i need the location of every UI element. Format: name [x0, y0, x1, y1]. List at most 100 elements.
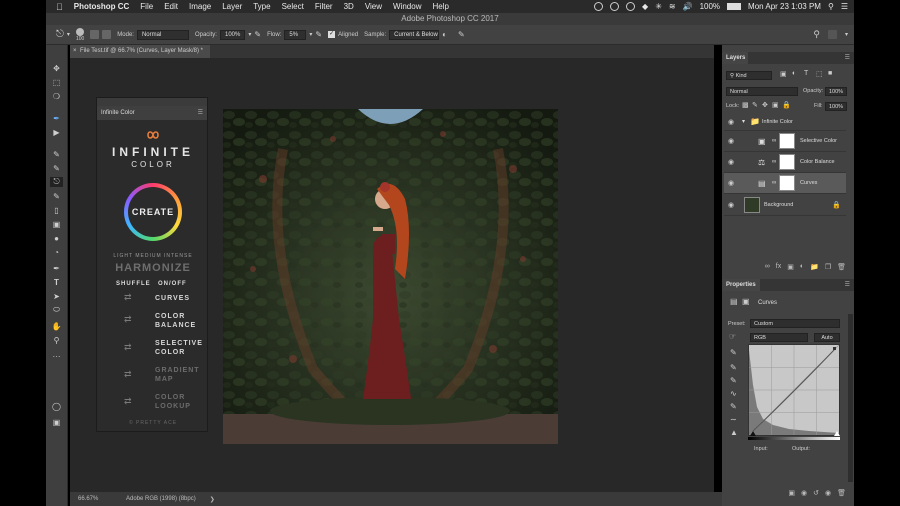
tool-preset-picker[interactable]: ⎋ ▾	[56, 29, 70, 40]
mask-properties-icon[interactable]: ▣	[742, 297, 750, 306]
filter-pixel-icon[interactable]: ▣	[780, 70, 787, 78]
brush-picker[interactable]: 100	[76, 27, 84, 42]
menu-edit[interactable]: Edit	[164, 2, 178, 11]
quick-mask-icon[interactable]: ◯	[50, 401, 63, 411]
visibility-eye-icon[interactable]: ◉	[728, 179, 734, 187]
layer-row-curves[interactable]: ◉ ▤ ∞ Curves	[724, 173, 846, 194]
auto-button[interactable]: Auto	[814, 333, 840, 342]
fx-icon[interactable]: fx	[776, 263, 781, 275]
blur-tool-icon[interactable]: ●	[50, 233, 63, 243]
lock-position-icon[interactable]: ✥	[762, 101, 768, 109]
eyedropper-tool-icon[interactable]: ✎	[50, 149, 63, 159]
white-point-slider[interactable]	[834, 431, 840, 436]
path-select-tool-icon[interactable]: ➤	[50, 291, 63, 301]
layer-filter-select[interactable]: ⚲ Kind	[726, 71, 772, 80]
type-tool-icon[interactable]: T	[50, 277, 63, 287]
chain-link-icon[interactable]: ∞	[772, 180, 776, 186]
blend-mode-select[interactable]: Normal	[726, 87, 798, 96]
menu-image[interactable]: Image	[189, 2, 211, 11]
menu-3d[interactable]: 3D	[344, 2, 354, 11]
opacity-dropdown-icon[interactable]: ▾	[248, 31, 251, 38]
properties-tab[interactable]: Properties	[722, 279, 760, 291]
bluetooth-icon[interactable]: ✳	[655, 2, 662, 11]
menu-type[interactable]: Type	[253, 2, 270, 11]
panel-menu-icon[interactable]: ☰	[198, 106, 203, 120]
shuffle-color-balance-icon[interactable]: ⇄	[124, 314, 132, 325]
document-close-icon[interactable]: ×	[73, 45, 77, 58]
black-point-slider[interactable]	[750, 431, 756, 436]
shape-tool-icon[interactable]: ⬭	[50, 305, 63, 315]
shuffle-color-lookup-icon[interactable]: ⇄	[124, 396, 132, 407]
delete-layer-icon[interactable]: 🗑	[837, 263, 846, 275]
visibility-eye-icon[interactable]: ◉	[728, 158, 734, 166]
filter-smart-icon[interactable]: ■	[828, 70, 832, 77]
lock-icon[interactable]: 🔒	[832, 201, 841, 209]
menu-help[interactable]: Help	[432, 2, 448, 11]
menu-select[interactable]: Select	[282, 2, 304, 11]
layer-row-selective-color[interactable]: ◉ ▣ ∞ Selective Color	[724, 131, 846, 152]
document-image[interactable]	[223, 109, 558, 444]
view-previous-icon[interactable]: ◉	[801, 489, 807, 501]
flow-field[interactable]: 5%	[284, 29, 307, 40]
new-group-icon[interactable]: 📁	[810, 263, 819, 275]
properties-menu-icon[interactable]: ☰	[845, 279, 850, 291]
spotlight-icon[interactable]: ⚲	[828, 2, 834, 11]
mode-select[interactable]: Normal	[136, 29, 189, 40]
smooth-icon[interactable]: ∼	[730, 415, 737, 424]
status-menu-icon[interactable]: ❯	[210, 496, 215, 503]
crop-tool-icon[interactable]: ▶	[50, 127, 63, 137]
link-layers-icon[interactable]: ∞	[765, 263, 770, 275]
infinite-color-tab[interactable]: Infinite Color ☰	[97, 106, 207, 120]
expand-chevron-icon[interactable]: ▾	[742, 118, 745, 125]
delete-adjustment-icon[interactable]: 🗑	[837, 489, 846, 501]
eraser-tool-icon[interactable]: ▯	[50, 205, 63, 215]
dodge-tool-icon[interactable]: ◔	[50, 247, 63, 257]
layer-mask-thumbnail[interactable]	[779, 154, 795, 170]
reset-icon[interactable]: ↺	[813, 489, 819, 501]
infinite-color-panel-grip[interactable]	[97, 98, 207, 106]
menu-app[interactable]: Photoshop CC	[74, 2, 130, 11]
pressure-opacity-icon[interactable]: ✎	[254, 30, 261, 39]
layer-fill-field[interactable]: 100%	[825, 102, 847, 111]
clip-to-layer-icon[interactable]: ▣	[788, 489, 795, 501]
layers-menu-icon[interactable]: ☰	[845, 52, 850, 64]
wifi-icon[interactable]: ≋	[669, 2, 676, 11]
lock-artboard-icon[interactable]: ▣	[772, 101, 779, 109]
new-adjustment-icon[interactable]: ◐	[800, 263, 804, 275]
background-thumbnail[interactable]	[744, 197, 760, 213]
visibility-toggle-icon[interactable]: ◉	[825, 489, 831, 501]
gray-point-eyedropper-icon[interactable]: ✎	[730, 363, 737, 372]
aligned-checkbox[interactable]: ✓	[328, 31, 336, 38]
layer-row-color-balance[interactable]: ◉ ⚖ ∞ Color Balance	[724, 152, 846, 173]
flow-dropdown-icon[interactable]: ▾	[309, 31, 312, 38]
chain-link-icon[interactable]: ∞	[772, 138, 776, 144]
properties-scrollbar[interactable]	[848, 314, 853, 482]
black-point-eyedropper-icon[interactable]: ✎	[730, 348, 737, 357]
screen-mode-icon[interactable]: ▣	[50, 417, 63, 427]
gradient-tool-icon[interactable]: ▣	[50, 219, 63, 229]
hand-tool-icon[interactable]: ✋	[50, 321, 63, 331]
airbrush-icon[interactable]: ✎	[315, 30, 322, 39]
create-button[interactable]: CREATE	[124, 183, 182, 241]
lock-brush-icon[interactable]: ✎	[752, 101, 758, 109]
opacity-field[interactable]: 100%	[219, 29, 246, 40]
filter-type-icon[interactable]: T	[804, 70, 808, 77]
layer-row-background[interactable]: ◉ Background 🔒	[724, 195, 846, 216]
chain-link-icon[interactable]: ∞	[772, 159, 776, 165]
workspace-dropdown-icon[interactable]: ▾	[845, 31, 848, 38]
shuffle-gradient-map-icon[interactable]: ⇄	[124, 369, 132, 380]
layer-row-group[interactable]: ◉ ▾ 📁 Infinite Color	[724, 113, 846, 131]
apple-icon[interactable]: 	[56, 2, 63, 12]
visibility-eye-icon[interactable]: ◉	[728, 118, 734, 126]
target-adjust-icon[interactable]: ☞	[729, 332, 736, 341]
toggle-selective-color[interactable]: SELECTIVE COLOR	[155, 339, 203, 357]
healing-tool-icon[interactable]: ✎	[50, 163, 63, 173]
menu-window[interactable]: Window	[393, 2, 421, 11]
shuffle-curves-icon[interactable]: ⇄	[124, 292, 132, 303]
menu-filter[interactable]: Filter	[315, 2, 333, 11]
skype-icon[interactable]	[626, 2, 636, 11]
curves-graph[interactable]	[748, 344, 840, 436]
menu-view[interactable]: View	[365, 2, 382, 11]
pressure-size-icon[interactable]: ✎	[458, 30, 465, 39]
ignore-adjustment-icon[interactable]: ◐	[442, 30, 447, 39]
